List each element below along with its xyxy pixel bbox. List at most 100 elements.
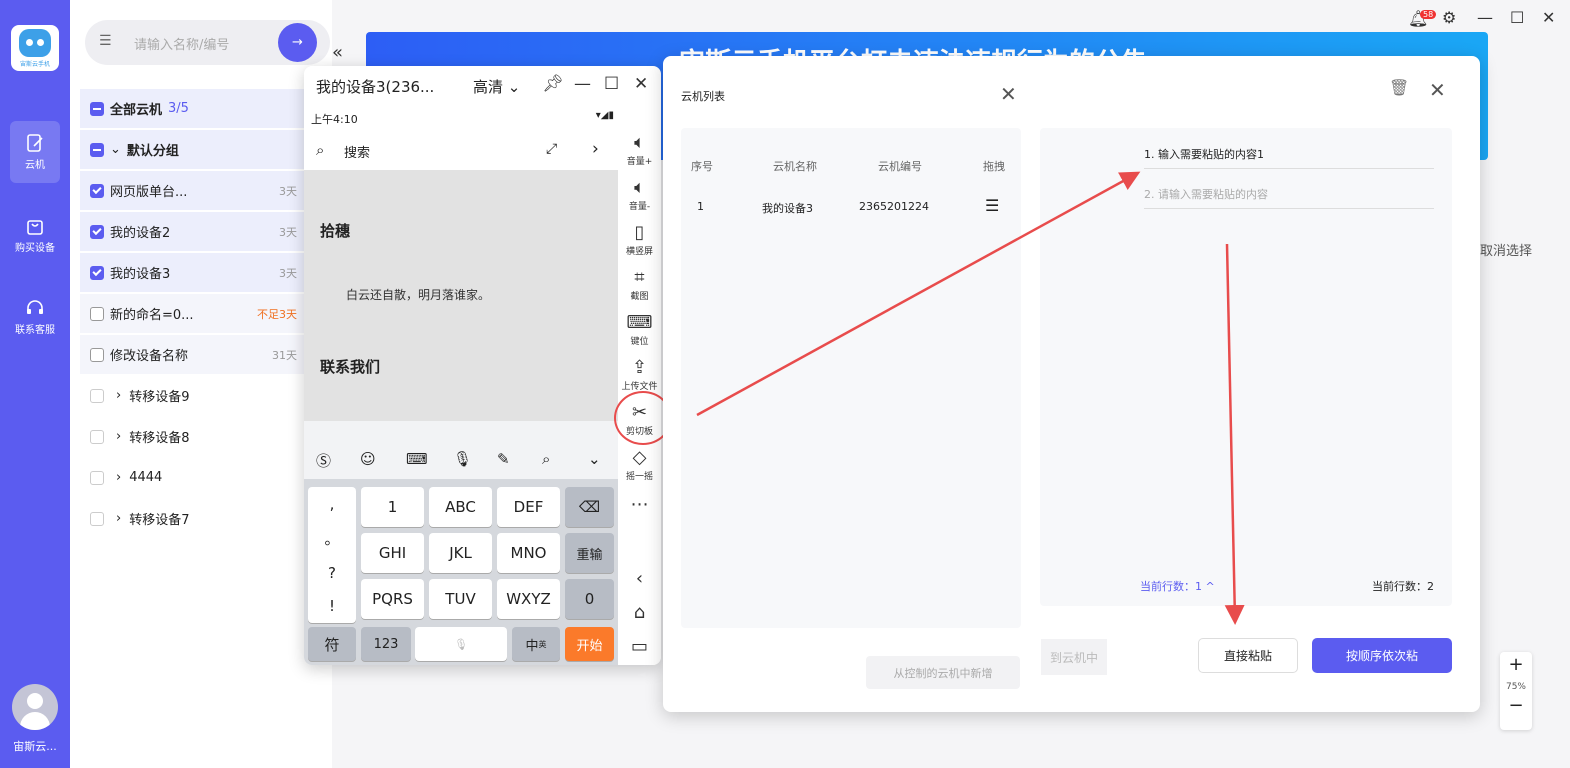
back-button[interactable]: ‹ [618,568,661,590]
minimize-icon[interactable]: — [1477,8,1493,27]
chevron-down-icon[interactable]: ⌄ [110,142,121,157]
ghost-button[interactable]: 到云机中 [1041,639,1107,675]
device-row[interactable]: 我的设备3 3天 [80,253,332,292]
add-from-cloud-button[interactable]: 从控制的云机中新增 [866,656,1020,689]
group-checkbox[interactable] [90,388,104,403]
group-row-default[interactable]: ⌄ 默认分组 3/ [80,130,332,169]
zoom-out-button[interactable]: − [1500,693,1532,719]
key-abc[interactable]: ABC [429,487,492,527]
device-row[interactable]: 修改设备名称 31天 [80,335,332,374]
chevron-right-icon[interactable]: › [116,470,121,485]
screenshot-button[interactable]: ⌗ 截图 [618,267,661,302]
rotate-button[interactable]: ▯ 横竖屏 [618,222,661,257]
paste-line-1[interactable]: 1. 输入需要粘贴的内容1 [1144,146,1434,169]
search-icon[interactable]: ⌕ [542,450,550,468]
search-input[interactable]: 请输入名称/编号 [134,34,229,53]
paste-direct-button[interactable]: 直接粘贴 [1198,638,1298,673]
maximize-icon[interactable]: ☐ [1510,8,1524,27]
home-button[interactable]: ⌂ [618,602,661,624]
key-0[interactable]: 0 [565,579,614,619]
recents-button[interactable]: ▭ [618,636,661,658]
key-pqrs[interactable]: PQRS [361,579,424,619]
punctuation-column[interactable]: ,。?! [308,487,356,623]
minimize-icon[interactable]: — [574,74,591,94]
mic-icon[interactable]: 🎙︎ [453,450,472,468]
device-checkbox[interactable] [90,224,104,239]
paste-in-order-button[interactable]: 按顺序依次粘 [1312,638,1452,673]
chevron-right-icon[interactable]: › [116,511,121,526]
nav-item-support[interactable]: 联系客服 [0,286,70,348]
key-jkl[interactable]: JKL [429,533,492,573]
avatar[interactable] [12,684,58,730]
close-icon[interactable]: ✕ [1000,82,1017,106]
device-row[interactable]: 网页版单台... 3天 [80,171,332,210]
cancel-select-link[interactable]: 取消选择 [1480,240,1532,259]
phone-screen[interactable]: 上午4:10 ▾◢▮ ⌕ 搜索 ⤢ › 拾穗 白云还自散，明月落谁家。 联系我们… [304,104,618,665]
keyboard-icon[interactable]: ⌨ [406,450,428,468]
device-checkbox[interactable] [90,183,104,198]
key-mno[interactable]: MNO [497,533,560,573]
lang-switch-key[interactable]: 中英 [512,627,560,661]
device-checkbox[interactable] [90,265,104,280]
keymap-button[interactable]: ⌨ 键位 [618,312,661,347]
close-icon[interactable]: ✕ [1542,8,1555,27]
paste-line-2[interactable]: 2. 请输入需要粘贴的内容 [1144,186,1434,209]
key-tuv[interactable]: TUV [429,579,492,619]
filter-icon[interactable]: ☰ [99,33,112,49]
group-row[interactable]: › 转移设备7 0/ [80,499,332,538]
num-key[interactable]: 123 [361,627,411,661]
device-row[interactable]: 我的设备2 3天 [80,212,332,251]
key-ghi[interactable]: GHI [361,533,424,573]
all-devices-row[interactable]: 全部云机 3/5 + [80,89,332,128]
start-key[interactable]: 开始 [565,627,614,661]
upload-button[interactable]: ⇪ 上传文件 [618,357,661,392]
trash-icon[interactable]: 🗑︎ [1389,78,1409,97]
shake-button[interactable]: ◇ 摇一摇 [618,447,661,482]
zoom-in-button[interactable]: + [1500,652,1532,678]
sogou-icon[interactable]: Ⓢ [316,450,331,471]
maximize-icon[interactable]: ☐ [604,74,619,94]
group-row[interactable]: › 转移设备8 0/ [80,417,332,456]
phone-search-input[interactable]: 搜索 [344,142,370,161]
device-checkbox[interactable] [90,306,104,321]
all-checkbox[interactable] [90,101,104,116]
close-icon[interactable]: ✕ [634,74,648,94]
backspace-key[interactable]: ⌫ [565,487,614,527]
volume-up-button[interactable]: 🔈︎ 音量+ [618,132,661,167]
nav-item-buy[interactable]: 购买设备 [0,204,70,266]
emoji-icon[interactable]: ☺ [360,450,376,468]
group-row[interactable]: › 4444 0/ [80,458,332,497]
space-key[interactable]: 🎙︎ [415,627,507,661]
collapse-panel-icon[interactable]: « [332,42,343,63]
key-wxyz[interactable]: WXYZ [497,579,560,619]
group-checkbox[interactable] [90,470,104,485]
chevron-down-icon[interactable]: ⌄ [588,450,601,468]
close-icon[interactable]: ✕ [1429,78,1446,102]
device-checkbox[interactable] [90,347,104,362]
group-row[interactable]: › 转移设备9 0/ [80,376,332,415]
device-row[interactable]: 新的命名=0... 不足3天 [80,294,332,333]
volume-down-button[interactable]: 🔈︎ 音量- [618,177,661,212]
chevron-right-icon[interactable]: › [592,139,599,159]
group-checkbox[interactable] [90,142,104,157]
chevron-right-icon[interactable]: › [116,388,121,403]
pin-icon[interactable]: 📌︎ [542,74,564,94]
phone-search-bar[interactable]: ⌕ 搜索 ⤢ › [304,132,618,170]
expand-icon[interactable]: ⤢ [546,141,557,157]
current-line-left[interactable]: 当前行数：1 ^ [1140,578,1215,594]
key-1[interactable]: 1 [361,487,424,527]
handwrite-icon[interactable]: ✎ [497,450,510,468]
drag-handle-icon[interactable]: ☰ [985,196,999,215]
chevron-right-icon[interactable]: › [116,429,121,444]
more-button[interactable]: ⋯ [618,494,661,516]
gear-icon[interactable]: ⚙ [1442,8,1456,27]
key-def[interactable]: DEF [497,487,560,527]
quality-select[interactable]: 高清 ⌄ [473,76,520,97]
search-submit-button[interactable]: → [278,23,317,62]
symbol-key[interactable]: 符 [308,627,356,661]
nav-item-cloud[interactable]: 云机 [10,121,60,183]
reinput-key[interactable]: 重输 [565,533,614,573]
group-checkbox[interactable] [90,429,104,444]
group-checkbox[interactable] [90,511,104,526]
status-bar: 上午4:10 ▾◢▮ [304,104,618,132]
